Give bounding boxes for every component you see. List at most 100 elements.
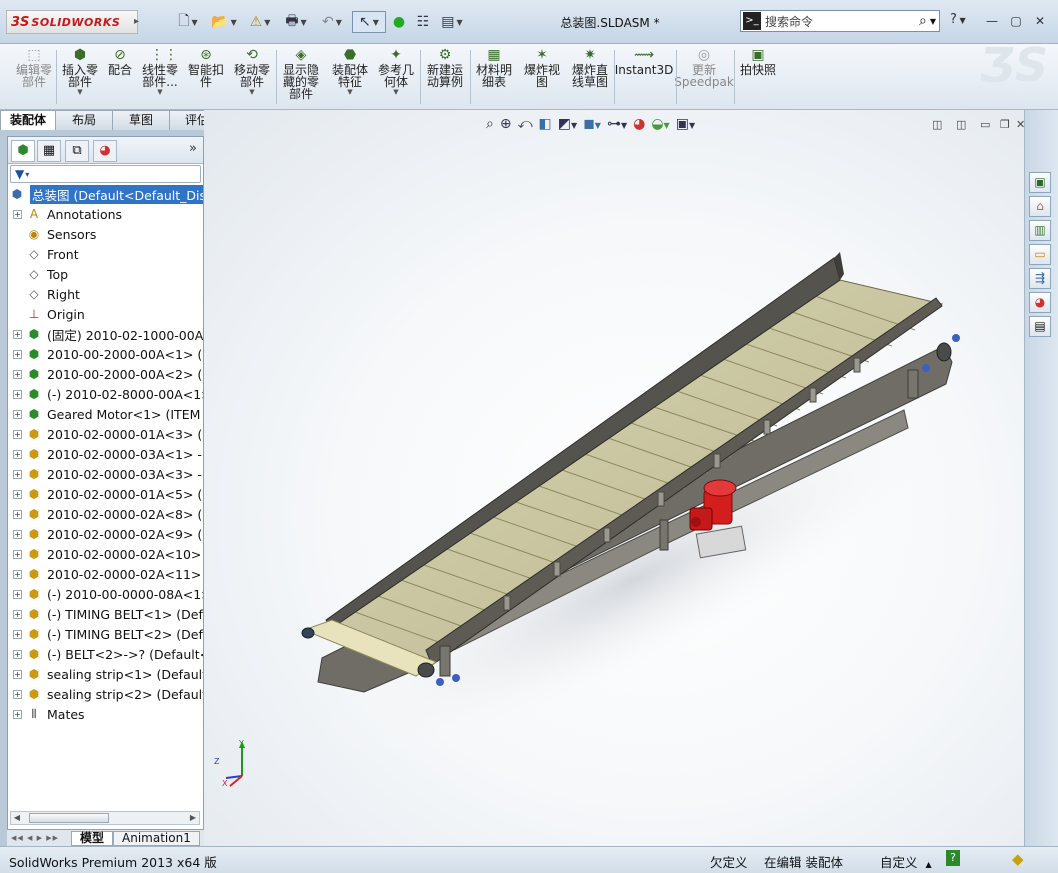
quick-tips-button[interactable]: ? [946,850,960,866]
reference-geometry-button[interactable]: ✦ 参考几 何体 ▼ [376,46,416,108]
tree-item[interactable]: + ⬢ Geared Motor<1> (ITEM [8,404,203,424]
tree-item[interactable]: + ⬢ (-) TIMING BELT<2> (Defa [8,624,203,644]
insert-components-dropdown-icon[interactable]: ▼ [77,88,82,96]
maximize-button[interactable]: ▢ [1006,12,1026,30]
tree-item[interactable]: + ⬢ sealing strip<1> (Default< [8,664,203,684]
tree-item[interactable]: + A Annotations [8,204,203,224]
tree-item[interactable]: + ⬢ 2010-02-0000-03A<1> -> [8,444,203,464]
expand-panel-icon[interactable]: » [189,141,197,156]
tree-item[interactable]: + ⬢ (-) BELT<2>->? (Default<- [8,644,203,664]
home-icon[interactable]: ⌂ [1029,196,1051,217]
expand-icon[interactable]: + [13,529,22,539]
open-document-button[interactable]: 📂 ▼ [208,11,240,33]
expand-icon[interactable]: + [13,649,22,659]
tab-model[interactable]: 模型 [71,830,114,846]
tab-assembly[interactable]: 装配体 [0,110,56,130]
tree-item[interactable]: + ⬢ 2010-00-2000-00A<2> (rh [8,364,203,384]
save-button[interactable]: ⚠ ▼ [244,11,276,33]
design-library-icon[interactable]: ▥ [1029,220,1051,241]
tree-item[interactable]: + ⬢ 2010-02-0000-01A<3> (De [8,424,203,444]
expand-icon[interactable]: + [13,689,22,699]
options-button[interactable]: ▤ ▼ [436,11,468,33]
feature-manager-tab-icon[interactable]: ⬢ [11,140,35,162]
take-snapshot-button[interactable]: ▣ 拍快照 [738,46,778,108]
tree-horizontal-scrollbar[interactable]: ◀ ▶ [10,811,200,825]
expand-icon[interactable]: + [13,209,22,219]
update-speedpak-button[interactable]: ◎ 更新 Speedpak [674,46,734,108]
tree-item[interactable]: ◇ Right [8,284,203,304]
tree-item[interactable]: + ⬢ (-) TIMING BELT<1> (Defa [8,604,203,624]
file-properties-button[interactable]: ☷ [412,11,434,33]
display-manager-tab-icon[interactable]: ◕ [93,140,117,162]
help-button[interactable]: ? ▼ [950,12,966,27]
expand-icon[interactable]: + [13,629,22,639]
minimize-button[interactable]: — [982,12,1002,30]
move-component-dropdown-icon[interactable]: ▼ [249,88,254,96]
tree-item[interactable]: + ⬢ 2010-02-0000-02A<11> (D [8,564,203,584]
mate-button[interactable]: ⊘ 配合 [106,46,134,108]
expand-icon[interactable]: + [13,609,22,619]
solidworks-logo[interactable]: 3S SOLIDWORKS [6,10,138,34]
expand-icon[interactable]: + [13,709,22,719]
select-button[interactable]: ↖ ▼ [352,11,386,33]
explode-line-sketch-button[interactable]: ✷ 爆炸直 线草图 [570,46,610,108]
scroll-thumb[interactable] [29,813,109,823]
close-button[interactable]: ✕ [1030,12,1050,30]
expand-icon[interactable]: + [13,589,22,599]
new-motion-study-button[interactable]: ⚙ 新建运 动算例 [424,46,466,108]
move-component-button[interactable]: ⟲ 移动零 部件 ▼ [232,46,272,108]
property-manager-tab-icon[interactable]: ▦ [37,140,61,162]
show-hidden-components-button[interactable]: ◈ 显示隐 藏的零 部件 [280,46,322,108]
expand-icon[interactable]: + [13,429,22,439]
expand-icon[interactable]: + [13,569,22,579]
bill-of-materials-button[interactable]: ▦ 材料明 细表 [474,46,514,108]
tree-item[interactable]: + ⬢ 2010-02-0000-02A<9> (De [8,524,203,544]
tab-navigation-icons[interactable]: ◀◀ ◀ ▶ ▶▶ [7,834,71,842]
expand-icon[interactable]: + [13,369,22,379]
tree-item[interactable]: ◉ Sensors [8,224,203,244]
configuration-manager-tab-icon[interactable]: ⧉ [65,140,89,162]
undo-button[interactable]: ↶ ▼ [316,11,348,33]
tree-item[interactable]: ⊥ Origin [8,304,203,324]
tab-layout[interactable]: 布局 [55,110,113,130]
custom-properties-icon[interactable]: ▤ [1029,316,1051,337]
reference-geometry-dropdown-icon[interactable]: ▼ [393,88,398,96]
tree-item[interactable]: + ⬢ (-) 2010-02-8000-00A<1> [8,384,203,404]
expand-icon[interactable]: + [13,489,22,499]
expand-icon[interactable]: + [13,409,22,419]
menu-expand-icon[interactable]: ▸ [134,12,144,32]
assembly-features-button[interactable]: ⬣ 装配体 特征 ▼ [330,46,370,108]
linear-component-pattern-button[interactable]: ⋮⋮ 线性零 部件... ▼ [140,46,180,108]
rebuild-button[interactable]: ● [390,11,408,33]
view-palette-icon[interactable]: ⇶ [1029,268,1051,289]
expand-icon[interactable]: + [13,469,22,479]
search-input[interactable]: 搜索命令 [765,13,919,30]
tree-item[interactable]: ◇ Front [8,244,203,264]
tree-item[interactable]: + ⬢ (固定) 2010-02-1000-00A< [8,324,203,344]
solidworks-resources-icon[interactable]: ▣ [1029,172,1051,193]
search-dropdown-icon[interactable]: ▼ [930,17,936,26]
tab-animation1[interactable]: Animation1 [113,830,200,846]
new-document-button[interactable]: 🗋 ▼ [172,11,204,33]
graphics-area[interactable]: ⌕ ⊕ ⤺ ◧ ◩▼ ◼▼ ⊶▼ ◕ ◒▼ ▣▼ ◫ ◫ ▭ ❐ ✕ Y Z X [204,110,1024,846]
print-button[interactable]: 🖶 ▼ [280,11,312,33]
tab-sketch[interactable]: 草图 [112,110,170,130]
linear-component-pattern-dropdown-icon[interactable]: ▼ [157,88,162,96]
tree-item[interactable]: + ⬢ 2010-02-0000-02A<8> (De [8,504,203,524]
search-icon[interactable]: ⌕ [919,13,927,29]
assembly-features-dropdown-icon[interactable]: ▼ [347,88,352,96]
tree-item[interactable]: + ⬢ (-) 2010-00-0000-08A<1> [8,584,203,604]
instant3d-button[interactable]: ⟿ Instant3D [615,46,674,108]
scroll-left-icon[interactable]: ◀ [11,812,23,824]
tree-item[interactable]: + ⬢ 2010-02-0000-01A<5> (De [8,484,203,504]
tree-filter[interactable]: ▼ ▾ [10,165,201,183]
appearances-icon[interactable]: ◕ [1029,292,1051,313]
tree-item[interactable]: + ⬢ 2010-02-0000-03A<3> -> [8,464,203,484]
insert-components-button[interactable]: ⬢ 插入零 部件 ▼ [60,46,100,108]
expand-icon[interactable]: + [13,509,22,519]
tree-item[interactable]: + ⬢ sealing strip<2> (Default< [8,684,203,704]
expand-icon[interactable]: + [13,449,22,459]
scroll-right-icon[interactable]: ▶ [187,812,199,824]
search-commands-box[interactable]: >_ 搜索命令 ⌕ ▼ [740,10,940,32]
expand-icon[interactable]: + [13,329,22,339]
